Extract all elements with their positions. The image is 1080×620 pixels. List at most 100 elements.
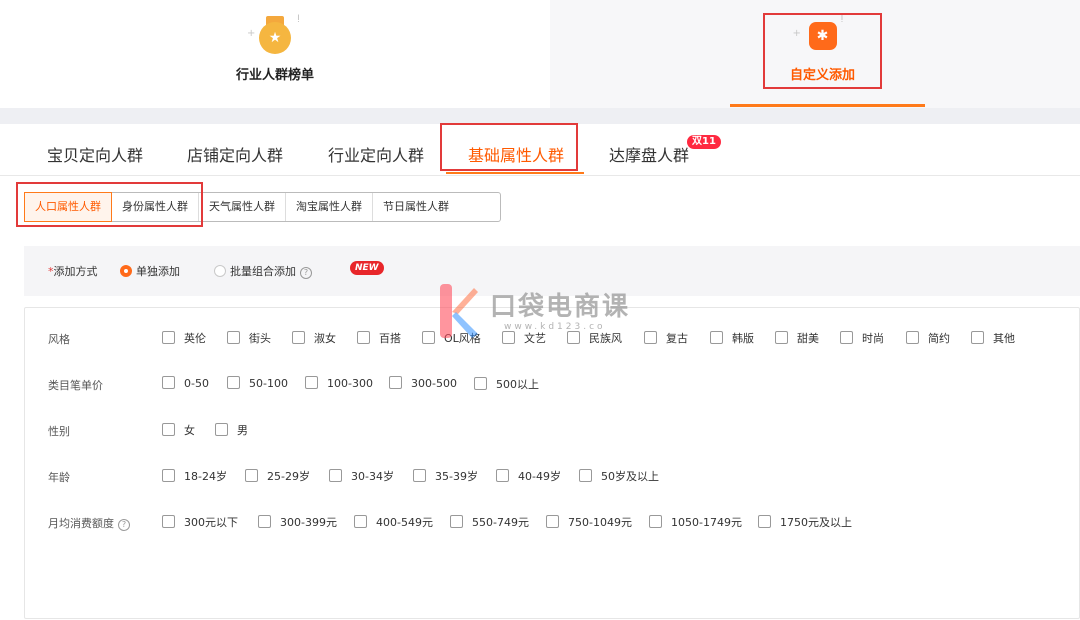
checkbox-icon <box>354 515 367 528</box>
attribute-label: 风格 <box>48 333 70 346</box>
top-header: + ⵑ ★ 行业人群榜单 + ⵑ ✱ 自定义添加 <box>0 0 1080 108</box>
tab-basic-attribute-crowd[interactable]: 基础属性人群 <box>468 142 564 166</box>
checkbox-option[interactable]: 30-34岁 <box>329 468 394 484</box>
checkbox-icon <box>258 515 271 528</box>
checkbox-option[interactable]: 复古 <box>644 330 688 346</box>
tab-shop-crowd[interactable]: 店铺定向人群 <box>187 142 283 166</box>
checkbox-option[interactable]: 淑女 <box>292 330 336 346</box>
checkbox-icon <box>227 331 240 344</box>
checkbox-option[interactable]: 1750元及以上 <box>758 514 852 530</box>
attribute-row-style: 风格 英伦 街头 淑女 百搭 OL风格 文艺 民族风 复古 韩版 甜美 时尚 简… <box>25 327 1080 351</box>
checkbox-option[interactable]: 40-49岁 <box>496 468 561 484</box>
checkbox-option[interactable]: 其他 <box>971 330 1015 346</box>
attribute-label: 年龄 <box>48 471 70 484</box>
attribute-label: 月均消费额度? <box>48 515 130 531</box>
checkbox-icon <box>413 469 426 482</box>
custom-add-tab[interactable]: + ⵑ ✱ 自定义添加 <box>765 14 880 86</box>
checkbox-option[interactable]: 300元以下 <box>162 514 238 530</box>
tab-industry-crowd[interactable]: 行业定向人群 <box>328 142 424 166</box>
help-icon[interactable]: ? <box>300 267 312 279</box>
checkbox-option[interactable]: 750-1049元 <box>546 514 632 530</box>
checkbox-icon <box>758 515 771 528</box>
checkbox-icon <box>245 469 258 482</box>
puzzle-icon: + ⵑ ✱ <box>791 14 855 54</box>
subtab-identity[interactable]: 身份属性人群 <box>112 193 199 221</box>
attribute-row-age: 年龄 18-24岁 25-29岁 30-34岁 35-39岁 40-49岁 50… <box>25 465 1080 489</box>
industry-ranking-label: 行业人群榜单 <box>235 68 314 83</box>
attribute-label: 类目笔单价 <box>48 379 103 392</box>
checkbox-option[interactable]: 300-500 <box>389 376 457 390</box>
attribute-row-monthly-spend: 月均消费额度? 300元以下 300-399元 400-549元 550-749… <box>25 511 1080 535</box>
checkbox-option[interactable]: 简约 <box>906 330 950 346</box>
checkbox-option[interactable]: 甜美 <box>775 330 819 346</box>
checkbox-icon <box>579 469 592 482</box>
checkbox-option[interactable]: 女 <box>162 422 195 438</box>
checkbox-option[interactable]: 100-300 <box>305 376 373 390</box>
section-divider <box>0 108 1080 124</box>
checkbox-option[interactable]: 英伦 <box>162 330 206 346</box>
checkbox-option[interactable]: 300-399元 <box>258 514 337 530</box>
checkbox-option[interactable]: 0-50 <box>162 376 209 390</box>
subtab-festival[interactable]: 节日属性人群 <box>373 193 459 221</box>
checkbox-option[interactable]: 韩版 <box>710 330 754 346</box>
checkbox-option[interactable]: 百搭 <box>357 330 401 346</box>
checkbox-option[interactable]: 400-549元 <box>354 514 433 530</box>
add-method-label: *添加方式 <box>48 265 98 278</box>
crowd-tabs: 宝贝定向人群 店铺定向人群 行业定向人群 基础属性人群 达摩盘人群 <box>0 124 1080 176</box>
checkbox-option[interactable]: 男 <box>215 422 248 438</box>
checkbox-icon <box>474 377 487 390</box>
checkbox-icon <box>162 331 175 344</box>
new-badge: NEW <box>350 261 384 275</box>
checkbox-icon <box>450 515 463 528</box>
radio-single-add[interactable]: 单独添加 <box>120 263 180 279</box>
help-icon[interactable]: ? <box>118 519 130 531</box>
checkbox-icon <box>357 331 370 344</box>
checkbox-icon <box>305 376 318 389</box>
checkbox-icon <box>567 331 580 344</box>
checkbox-option[interactable]: 1050-1749元 <box>649 514 742 530</box>
checkbox-option[interactable]: OL风格 <box>422 330 481 346</box>
checkbox-option[interactable]: 50-100 <box>227 376 288 390</box>
checkbox-icon <box>775 331 788 344</box>
attribute-label: 性别 <box>48 425 70 438</box>
checkbox-icon <box>906 331 919 344</box>
subtab-taobao[interactable]: 淘宝属性人群 <box>286 193 373 221</box>
checkbox-icon <box>162 515 175 528</box>
checkbox-option[interactable]: 35-39岁 <box>413 468 478 484</box>
radio-unchecked-icon <box>214 265 226 277</box>
tab-dmp-crowd[interactable]: 达摩盘人群 <box>609 142 689 166</box>
checkbox-option[interactable]: 文艺 <box>502 330 546 346</box>
checkbox-icon <box>546 515 559 528</box>
checkbox-option[interactable]: 时尚 <box>840 330 884 346</box>
custom-add-label: 自定义添加 <box>789 68 855 83</box>
checkbox-icon <box>162 376 175 389</box>
subtab-weather[interactable]: 天气属性人群 <box>199 193 286 221</box>
checkbox-icon <box>162 423 175 436</box>
checkbox-option[interactable]: 50岁及以上 <box>579 468 659 484</box>
checkbox-option[interactable]: 18-24岁 <box>162 468 227 484</box>
checkbox-option[interactable]: 500以上 <box>474 376 539 392</box>
double-11-badge: 双11 <box>687 135 721 149</box>
checkbox-icon <box>215 423 228 436</box>
subtab-demographic[interactable]: 人口属性人群 <box>24 192 112 222</box>
checkbox-option[interactable]: 550-749元 <box>450 514 529 530</box>
checkbox-icon <box>502 331 515 344</box>
add-method-row: *添加方式 单独添加 批量组合添加? NEW <box>24 246 1080 296</box>
attribute-row-price: 类目笔单价 0-50 50-100 100-300 300-500 500以上 <box>25 373 1080 397</box>
checkbox-icon <box>162 469 175 482</box>
checkbox-icon <box>496 469 509 482</box>
checkbox-icon <box>971 331 984 344</box>
checkbox-icon <box>840 331 853 344</box>
checkbox-icon <box>329 469 342 482</box>
checkbox-option[interactable]: 25-29岁 <box>245 468 310 484</box>
checkbox-option[interactable]: 民族风 <box>567 330 622 346</box>
radio-batch-add[interactable]: 批量组合添加? <box>214 263 312 279</box>
radio-checked-icon <box>120 265 132 277</box>
attribute-options-panel: 风格 英伦 街头 淑女 百搭 OL风格 文艺 民族风 复古 韩版 甜美 时尚 简… <box>24 307 1080 619</box>
checkbox-icon <box>389 376 402 389</box>
checkbox-icon <box>710 331 723 344</box>
checkbox-icon <box>292 331 305 344</box>
industry-ranking-tab[interactable]: + ⵑ ★ 行业人群榜单 <box>210 14 340 84</box>
checkbox-option[interactable]: 街头 <box>227 330 271 346</box>
tab-item-crowd[interactable]: 宝贝定向人群 <box>47 142 143 166</box>
